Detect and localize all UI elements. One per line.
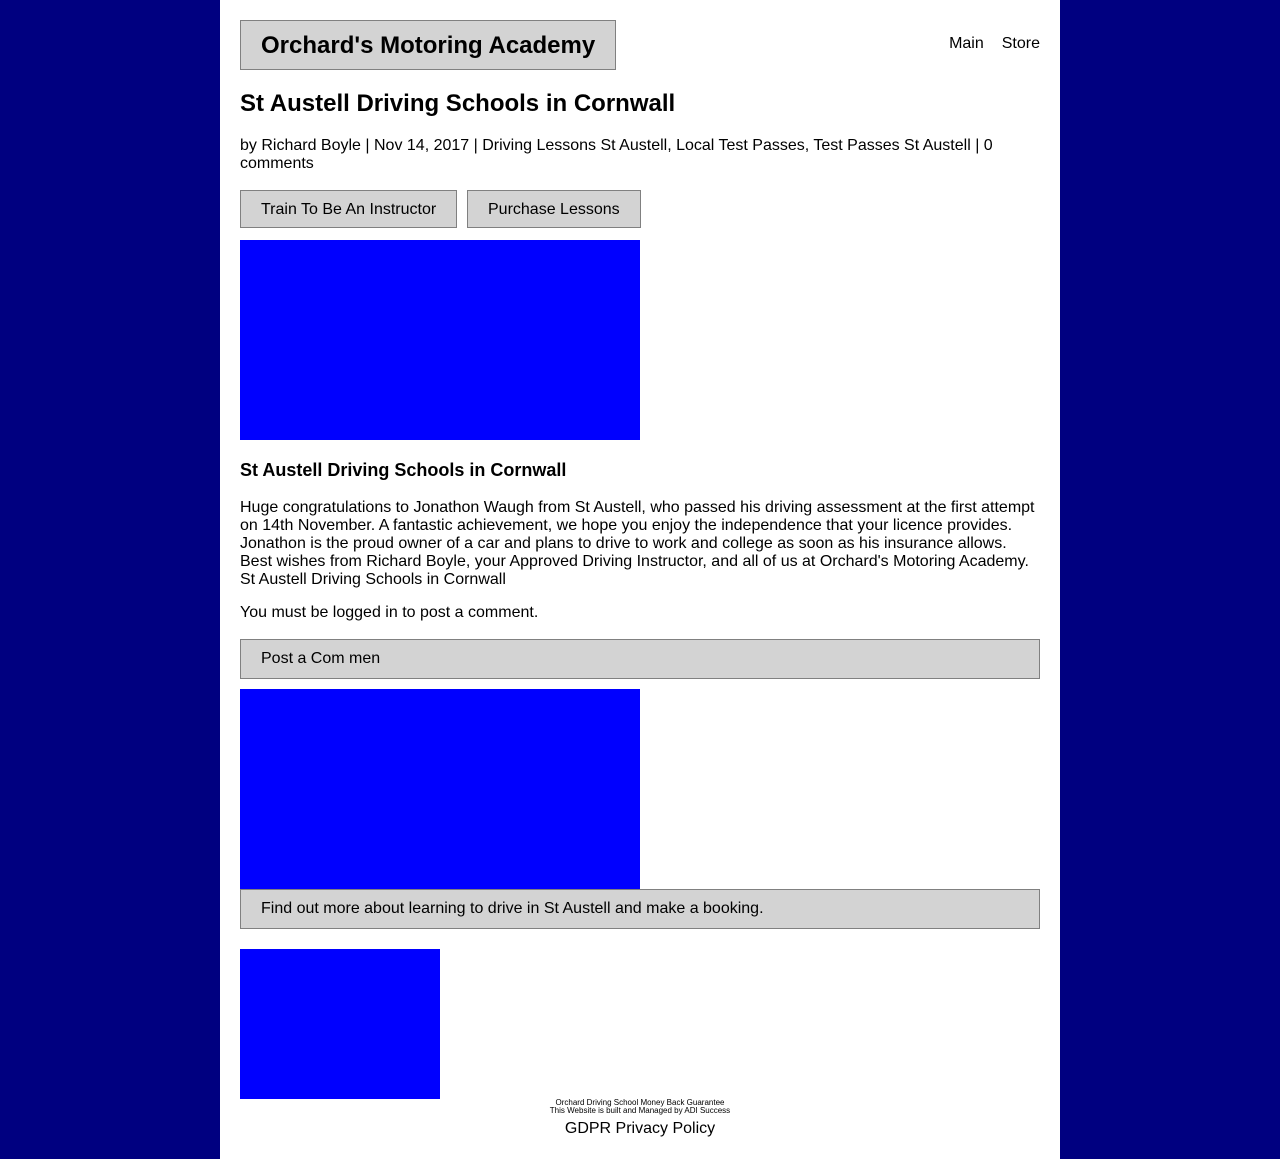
nav-item-store[interactable]: Store [1002,34,1040,54]
main-nav: Main Store [949,34,1040,54]
site-title: Orchard's Motoring Academy [261,32,596,59]
post-image [240,240,640,440]
post-meta: by Richard Boyle | Nov 14, 2017 | Drivin… [240,137,993,172]
gdpr-privacy-link[interactable]: GDPR Privacy Policy [565,1119,715,1139]
post-body: Huge congratulations to Jonathon Waugh f… [240,499,1035,588]
footer-image [240,949,440,1099]
login-note: You must be logged in to post a comment. [240,604,539,621]
site-logo[interactable]: Orchard's Motoring Academy [240,20,616,70]
footer: Orchard Driving School Money Back Guaran… [240,1099,1040,1139]
footer-built-by: This Website is built and Managed by ADI… [549,1106,731,1115]
content-area: Orchard's Motoring Academy Main Store St… [240,0,1040,1159]
post-subtitle: St Austell Driving Schools in Cornwall [240,460,567,480]
find-out-more-button[interactable]: Find out more about learning to drive in… [240,889,1040,929]
nav-item-main[interactable]: Main [949,34,984,54]
purchase-lessons-button[interactable]: Purchase Lessons [467,190,641,228]
page-container: Orchard's Motoring Academy Main Store St… [220,0,1060,1159]
post-comment-button[interactable]: Post a Com men [240,639,1040,679]
train-instructor-button[interactable]: Train To Be An Instructor [240,190,457,228]
post-title: St Austell Driving Schools in Cornwall [240,90,676,117]
booking-image [240,689,640,889]
